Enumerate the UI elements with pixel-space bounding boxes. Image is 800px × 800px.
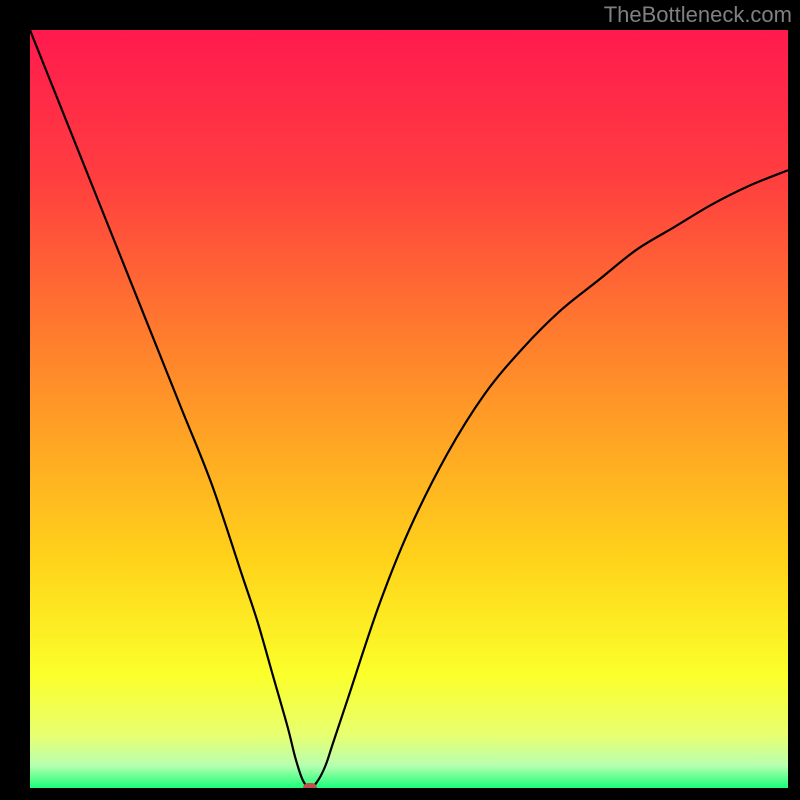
bottleneck-curve: [30, 30, 788, 788]
plot-area: [30, 30, 788, 788]
chart-container: TheBottleneck.com: [0, 0, 800, 800]
watermark-text: TheBottleneck.com: [604, 2, 792, 28]
minimum-marker: [303, 783, 317, 788]
